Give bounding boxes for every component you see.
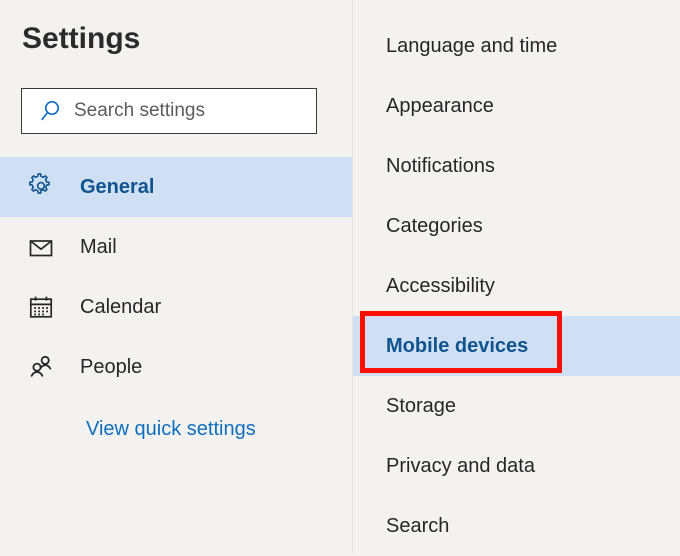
sidebar-item-label: Calendar <box>80 296 162 318</box>
sidebar-item-general[interactable]: General <box>0 157 352 217</box>
view-quick-settings-link[interactable]: View quick settings <box>86 417 256 441</box>
search-placeholder: Search settings <box>74 100 205 121</box>
subpanel-item-notifications[interactable]: Notifications <box>353 136 680 196</box>
sidebar-item-people[interactable]: People <box>0 337 352 397</box>
search-input[interactable]: Search settings <box>21 88 317 134</box>
page-title: Settings <box>22 22 141 55</box>
sidebar-item-mail[interactable]: Mail <box>0 217 352 277</box>
subpanel-item-label: Language and time <box>386 35 558 57</box>
subpanel-item-label: Appearance <box>386 95 494 117</box>
sidebar-item-label: People <box>80 356 143 378</box>
subpanel-item-language-and-time[interactable]: Language and time <box>353 16 680 76</box>
subpanel-item-accessibility[interactable]: Accessibility <box>353 256 680 316</box>
subpanel-item-privacy-and-data[interactable]: Privacy and data <box>353 436 680 496</box>
subpanel-item-label: Mobile devices <box>386 335 529 357</box>
sidebar-nav-list: General Mail Calendar People <box>0 157 352 397</box>
sidebar-item-label: Mail <box>80 236 117 258</box>
settings-sidebar: Settings Search settings General Mail Ca… <box>0 0 352 553</box>
settings-subpanel: Language and time Appearance Notificatio… <box>353 0 680 553</box>
subpanel-item-categories[interactable]: Categories <box>353 196 680 256</box>
subpanel-item-appearance[interactable]: Appearance <box>353 76 680 136</box>
subpanel-item-label: Notifications <box>386 155 495 177</box>
subpanel-item-label: Accessibility <box>386 275 495 297</box>
subpanel-item-storage[interactable]: Storage <box>353 376 680 436</box>
calendar-icon <box>26 292 56 322</box>
sidebar-item-label: General <box>80 176 155 198</box>
subpanel-item-label: Search <box>386 515 450 537</box>
subpanel-list: Language and time Appearance Notificatio… <box>353 16 680 556</box>
subpanel-item-mobile-devices[interactable]: Mobile devices <box>353 316 680 376</box>
sidebar-item-calendar[interactable]: Calendar <box>0 277 352 337</box>
subpanel-item-search[interactable]: Search <box>353 496 680 556</box>
envelope-icon <box>26 232 56 262</box>
search-icon <box>38 98 64 124</box>
subpanel-item-label: Storage <box>386 395 457 417</box>
settings-panel: Settings Search settings General Mail Ca… <box>0 0 680 553</box>
subpanel-item-label: Categories <box>386 215 483 237</box>
people-icon <box>26 352 56 382</box>
subpanel-item-label: Privacy and data <box>386 455 535 477</box>
gear-icon <box>26 172 56 202</box>
